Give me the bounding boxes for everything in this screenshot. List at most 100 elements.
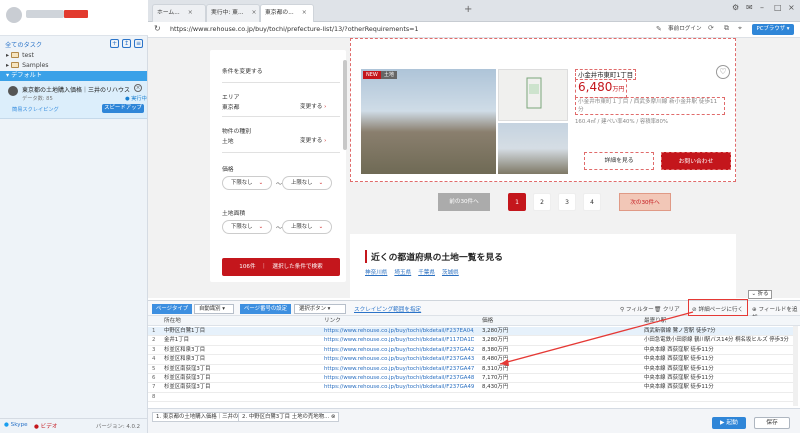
skype-link[interactable]: ● Skype [4, 422, 28, 428]
minimize-icon[interactable]: – [760, 3, 764, 12]
price-max-select[interactable]: 上限なし ⌄ [282, 176, 332, 190]
new-tab-icon[interactable]: + [464, 4, 472, 15]
account-badge [64, 10, 88, 18]
page-1[interactable]: 1 [508, 193, 526, 211]
inquiry-button[interactable]: お問い合わせ [661, 152, 731, 170]
view-details-button[interactable]: 詳細を見る [584, 152, 654, 170]
col-price[interactable]: 価格 [482, 316, 493, 326]
video-link[interactable]: ● ビデオ [34, 422, 57, 430]
listing-address: 小金井市東町１丁目 / 西武多摩川線 新小金井駅 徒歩11分 [575, 97, 725, 115]
col-location[interactable]: 所在地 [164, 316, 181, 326]
next-page-button[interactable]: 次の30件へ [619, 193, 671, 211]
more-icon[interactable]: ≡ [134, 39, 143, 48]
property-photo[interactable] [361, 69, 496, 174]
close-icon[interactable]: × [252, 9, 257, 16]
browser-tab-bar: ホーム... × 実行中: 東... × 東京都の... × + ⚙ ✉ – □ × [148, 0, 800, 22]
url-input[interactable]: https://www.rehouse.co.jp/buy/tochi/pref… [170, 24, 419, 35]
change-type-link[interactable]: 変更する › [300, 136, 326, 144]
table-row[interactable]: 4 杉並区和泉3丁目 https://www.rehouse.co.jp/buy/t… [148, 355, 793, 365]
property-type-label: 物件の種別 [222, 129, 251, 135]
tree-item-test[interactable]: ▸ test [6, 52, 34, 59]
import-icon[interactable]: ↥ [122, 39, 131, 48]
page-scrollbar[interactable] [343, 60, 347, 150]
pagination: 前の30件へ 1 2 3 4 次の30件へ [438, 192, 671, 212]
link-ibaraki[interactable]: 茨城県 [442, 270, 459, 276]
cursor-icon[interactable]: ⌖ [738, 24, 742, 33]
popup-icon[interactable]: ⧉ [724, 24, 729, 33]
tree-item-default[interactable]: ▾ デフォルト [0, 71, 147, 81]
area-max-select[interactable]: 上限なし ⌄ [282, 220, 332, 234]
table-row[interactable]: 5 杉並区南荻窪3丁目 https://www.rehouse.co.jp/buy/… [148, 365, 793, 374]
window-close-icon[interactable]: × [788, 3, 795, 12]
prev-page-button[interactable]: 前の30件へ [438, 193, 490, 211]
table-row[interactable]: 2 金井1丁目 https://www.rehouse.co.jp/buy/toch… [148, 336, 793, 346]
start-button[interactable]: ▶ 起動 [712, 417, 746, 429]
pager-setting-select[interactable]: 選択ボタン ▾ [294, 304, 346, 314]
save-button[interactable]: 保存 [754, 417, 790, 429]
refresh-icon[interactable]: ⟳ [708, 24, 714, 32]
edit-icon[interactable]: ✎ [656, 25, 662, 33]
bottom-bar: 1. 東京都の土地購入価格｜三井の... 2. 中野区白鷺3丁目 土地の売地物.… [148, 408, 800, 433]
price-min-select[interactable]: 下限なし ⌄ [222, 176, 272, 190]
tab-running[interactable]: 実行中: 東... × [206, 4, 260, 22]
step-tab-2[interactable]: 2. 中野区白鷺3丁目 土地の売地物... ⊗ [238, 412, 340, 422]
tree-item-samples[interactable]: ▸ Samples [6, 62, 49, 69]
link-kanagawa[interactable]: 神奈川県 [365, 270, 387, 276]
page-2[interactable]: 2 [533, 193, 551, 211]
table-row[interactable]: 7 杉並区南荻窪3丁目 https://www.rehouse.co.jp/buy/… [148, 383, 793, 393]
table-row[interactable]: 3 杉並区和泉3丁目 https://www.rehouse.co.jp/buy/t… [148, 346, 793, 356]
collapse-button[interactable]: ⌄ 折る [748, 290, 772, 299]
filter-icon: ⚲ [620, 307, 625, 313]
table-row[interactable]: 6 杉並区南荻窪3丁目 https://www.rehouse.co.jp/buy/… [148, 374, 793, 384]
reload-icon[interactable]: ↻ [154, 24, 161, 33]
step-tab-1[interactable]: 1. 東京都の土地購入価格｜三井の... [152, 412, 248, 422]
close-icon[interactable]: × [134, 84, 142, 92]
grid-scrollbar[interactable] [793, 326, 798, 406]
grid-header: 所在地 リンク 価格 最寄り駅 [148, 316, 800, 326]
all-tasks-label[interactable]: 全てのタスク [5, 40, 42, 49]
task-title[interactable]: 東京都の土地購入価格｜三井のリハウスス... [22, 85, 130, 94]
close-icon[interactable]: × [302, 9, 307, 16]
maximize-icon[interactable]: □ [774, 3, 782, 12]
avatar[interactable] [6, 7, 22, 23]
category-badge: 土地 [381, 71, 398, 79]
link-saitama[interactable]: 埼玉県 [394, 270, 411, 276]
clear-button[interactable]: 🗑 クリア [654, 305, 680, 313]
area-min-select[interactable]: 下限なし ⌄ [222, 220, 272, 234]
plus-circle-icon: ⊕ [752, 307, 757, 313]
land-area-label: 土地面積 [222, 211, 246, 217]
col-station[interactable]: 最寄り駅 [644, 316, 666, 326]
close-icon[interactable]: ⊗ [331, 414, 336, 420]
table-row[interactable]: 1 中野区白鷺1丁目 https://www.rehouse.co.jp/buy/t… [148, 327, 793, 337]
table-row[interactable]: 8 [148, 393, 793, 403]
filter-panel: 条件を変更する エリア 東京都 変更する › 物件の種別 土地 変更する › 価… [210, 50, 346, 282]
link-chiba[interactable]: 千葉県 [418, 270, 435, 276]
speedup-button[interactable]: スピードアップ [102, 104, 144, 113]
task-sidebar: 全てのタスク + ↥ ≡ ▸ test ▸ Samples ▾ デフォルト 東京… [0, 0, 148, 433]
area-label: エリア [222, 95, 240, 101]
feedback-icon[interactable]: ✉ [746, 3, 753, 12]
pc-browser-toggle[interactable]: PCブラウザ ▾ [752, 24, 794, 35]
page-4[interactable]: 4 [583, 193, 601, 211]
filter-button[interactable]: ⚲ フィルター [620, 305, 654, 313]
scrape-range-link[interactable]: スクレイピング範囲を指定 [354, 305, 421, 313]
page-3[interactable]: 3 [558, 193, 576, 211]
account-header [0, 0, 148, 36]
tab-current-page[interactable]: 東京都の... × [260, 4, 314, 22]
settings-icon[interactable]: ⚙ [732, 3, 739, 12]
prefecture-links: 神奈川県 埼玉県 千葉県 茨城県 [365, 268, 466, 276]
col-link[interactable]: リンク [324, 316, 341, 326]
pre-login-button[interactable]: 事前ログイン [668, 24, 702, 35]
page-type-select[interactable]: 自動識別 ▾ [194, 304, 234, 314]
close-icon[interactable]: × [188, 9, 193, 16]
favorite-heart-icon[interactable]: ♡ [716, 65, 730, 79]
change-area-link[interactable]: 変更する › [300, 102, 326, 110]
search-button[interactable]: 106件 ｜ 選択した条件で検索 [222, 258, 340, 276]
tab-home[interactable]: ホーム... × [152, 4, 206, 22]
property-card[interactable]: NEW 土地 ♡ 小金井市東町1丁目 6,480万円 小金井市東町１丁目 / 西… [350, 38, 736, 182]
folder-icon [11, 52, 20, 58]
version-label: バージョン: 4.0.2 [96, 424, 141, 430]
new-folder-icon[interactable]: + [110, 39, 119, 48]
site-plan-image[interactable] [498, 69, 568, 121]
property-photo-2[interactable] [498, 123, 568, 174]
